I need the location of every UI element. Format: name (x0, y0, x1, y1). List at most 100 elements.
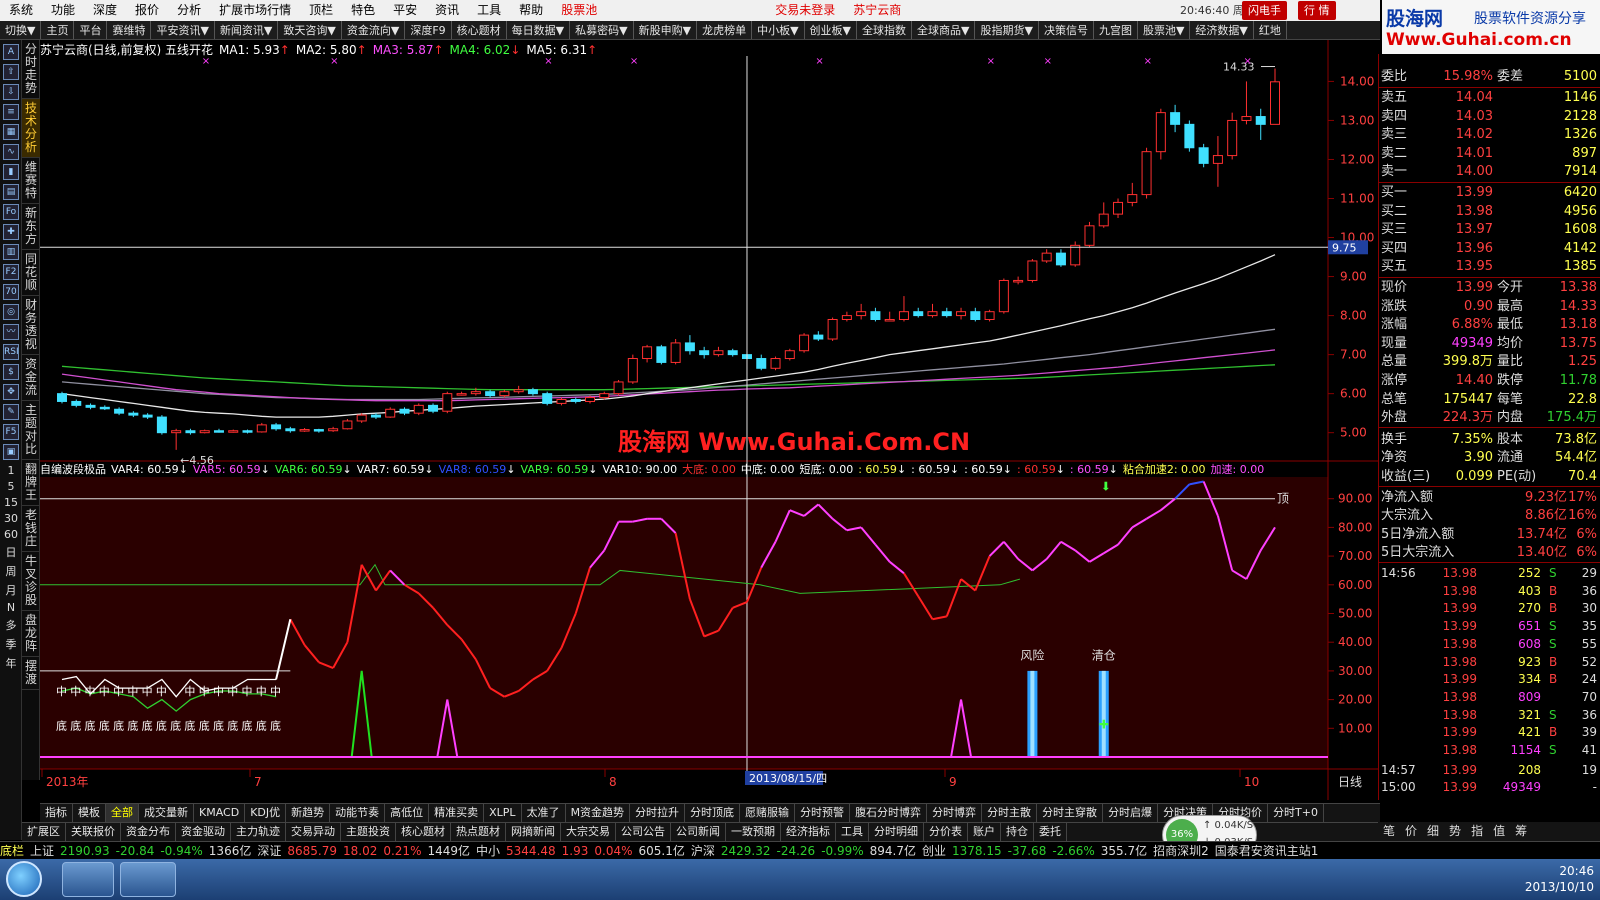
tool-icon[interactable]: ▣ (3, 444, 19, 460)
menu-item[interactable]: 功能 (42, 0, 84, 21)
toolbar-item[interactable]: 新股申购▼ (634, 21, 698, 39)
toolbar-item[interactable]: 九宫图 (1094, 21, 1138, 39)
tool-icon[interactable]: F5 (3, 424, 19, 440)
toolbar-item[interactable]: 全球指数 (857, 21, 913, 39)
tool-icon[interactable]: ⇩ (3, 84, 19, 100)
toolbar-item[interactable]: 新闻资讯▼ (215, 21, 279, 39)
menu-item[interactable]: 平安 (384, 0, 426, 21)
taskbar-browser-icon[interactable] (62, 862, 114, 897)
extension-tab[interactable]: 工具 (836, 823, 869, 841)
quote-tab[interactable]: 势 (1444, 824, 1466, 838)
tool-icon[interactable]: ⇧ (3, 64, 19, 80)
period-button[interactable]: 季 (0, 636, 22, 652)
toolbar-item[interactable]: 中小板▼ (752, 21, 805, 39)
indicator-tab[interactable]: 太准了 (522, 804, 566, 822)
side-tab[interactable]: 维赛特 (22, 158, 40, 204)
indicator-tab[interactable]: 分时顶底 (685, 804, 741, 822)
tool-icon[interactable]: ≡ (3, 104, 19, 120)
extension-tab[interactable]: 关联报价 (66, 823, 121, 841)
extension-tab[interactable]: 核心题材 (396, 823, 451, 841)
period-button[interactable]: 多 (0, 617, 22, 633)
indicator-tab[interactable]: 分时拉升 (630, 804, 686, 822)
period-button[interactable]: N (0, 601, 22, 614)
side-tab[interactable]: 盘龙阵 (22, 611, 40, 657)
extension-tab[interactable]: 委托 (1034, 823, 1067, 841)
toolbar-item[interactable]: 平台 (74, 21, 108, 39)
menu-item[interactable]: 股票池 (552, 0, 606, 21)
tool-icon[interactable]: Fo (3, 204, 19, 220)
tool-icon[interactable]: $ (3, 364, 19, 380)
extension-tab[interactable]: 主题投资 (341, 823, 396, 841)
extension-tab[interactable]: 一致预期 (726, 823, 781, 841)
toolbar-item[interactable]: 每日数据▼ (507, 21, 571, 39)
toolbar-item[interactable]: 主页 (41, 21, 75, 39)
extension-tab[interactable]: 主力轨迹 (231, 823, 286, 841)
menu-item[interactable]: 工具 (468, 0, 510, 21)
extension-tab[interactable]: 交易异动 (286, 823, 341, 841)
tool-icon[interactable]: ◎ (3, 304, 19, 320)
indicator-tab[interactable]: 指标 (40, 804, 73, 822)
side-tab[interactable]: 同花顺 (22, 250, 40, 296)
tool-icon[interactable]: A (3, 44, 19, 60)
toolbar-item[interactable]: 切换▼ (0, 21, 42, 39)
quote-button[interactable]: 行 情 (1298, 1, 1336, 20)
indicator-tab[interactable]: 愿赌服输 (740, 804, 796, 822)
extension-tab[interactable]: 分价表 (924, 823, 968, 841)
tool-icon[interactable]: ▤ (3, 184, 19, 200)
indicator-tab[interactable]: KMACD (194, 804, 246, 822)
indicator-tab[interactable]: 动能节奏 (330, 804, 386, 822)
toolbar-item[interactable]: 深度F9 (405, 21, 452, 39)
toolbar-item[interactable]: 决策信号 (1039, 21, 1094, 39)
quote-tab[interactable]: 笔 (1378, 824, 1400, 838)
period-button[interactable]: 年 (0, 655, 22, 671)
menu-item[interactable]: 报价 (126, 0, 168, 21)
indicator-tab[interactable]: 分时预警 (795, 804, 851, 822)
menu-item[interactable]: 深度 (84, 0, 126, 21)
indicator-tab[interactable]: 精准买卖 (429, 804, 485, 822)
flash-trade-button[interactable]: 闪电手 (1242, 1, 1287, 20)
quote-tab[interactable]: 值 (1488, 824, 1510, 838)
indicator-tab[interactable]: 新趋势 (286, 804, 331, 822)
menu-item[interactable]: 顶栏 (300, 0, 342, 21)
indicator-tab[interactable]: KDJ优 (245, 804, 287, 822)
tool-icon[interactable]: 〰 (3, 324, 19, 340)
side-tab[interactable]: 分时走势 (22, 40, 40, 99)
indicator-tab[interactable]: M资金趋势 (566, 804, 631, 822)
toolbar-item[interactable]: 赛维特 (107, 21, 152, 39)
toolbar-item[interactable]: 核心题材 (452, 21, 507, 39)
extension-tab[interactable]: 资金驱动 (176, 823, 231, 841)
toolbar-item[interactable]: 平安资讯▼ (151, 21, 215, 39)
toolbar-item[interactable]: 经济数据▼ (1190, 21, 1254, 39)
menu-item[interactable]: 分析 (168, 0, 210, 21)
tool-icon[interactable]: 70 (3, 284, 19, 300)
toolbar-item[interactable]: 股票池▼ (1138, 21, 1191, 39)
kline-chart[interactable]: 14.00 13.00 12.00 11.00 10.00 9.00 8.00 7.00 6.0… (40, 40, 1378, 800)
period-button[interactable]: 周 (0, 563, 22, 579)
indicator-tab[interactable]: 成交量新 (139, 804, 194, 822)
chart-area[interactable]: 14.00 13.00 12.00 11.00 10.00 9.00 8.00 7.00 6.0… (40, 40, 1378, 800)
period-button[interactable]: 1 (0, 464, 22, 477)
side-tab[interactable]: 老钱庄 (22, 506, 40, 552)
tool-icon[interactable]: ✚ (3, 224, 19, 240)
toolbar-item[interactable]: 致天咨询▼ (278, 21, 342, 39)
extension-tab[interactable]: 资金分布 (121, 823, 176, 841)
indicator-tab[interactable]: 全部 (106, 804, 139, 822)
indicator-tab[interactable]: 分时主穿散 (1037, 804, 1104, 822)
indicator-tab[interactable]: 高低位 (385, 804, 430, 822)
indicator-tab[interactable]: 分时启爆 (1103, 804, 1159, 822)
tool-icon[interactable]: ▥ (3, 244, 19, 260)
extension-tab[interactable]: 大宗交易 (561, 823, 616, 841)
side-tab[interactable]: 技术分析 (22, 99, 40, 158)
quote-tab[interactable]: 筹 (1510, 824, 1532, 838)
toolbar-item[interactable]: 资金流向▼ (342, 21, 406, 39)
menu-item[interactable]: 资讯 (426, 0, 468, 21)
quote-tab[interactable]: 价 (1400, 824, 1422, 838)
toolbar-item[interactable]: 股指期货▼ (975, 21, 1039, 39)
period-button[interactable]: 日 (0, 544, 22, 560)
extension-tab[interactable]: 账户 (968, 823, 1001, 841)
indicator-tab[interactable]: XLPL (484, 804, 522, 822)
tool-icon[interactable]: ✎ (3, 404, 19, 420)
side-tab[interactable]: 牛叉诊股 (22, 552, 40, 611)
side-tab[interactable]: 主题对比 (22, 401, 40, 460)
extension-tab[interactable]: 经济指标 (781, 823, 836, 841)
